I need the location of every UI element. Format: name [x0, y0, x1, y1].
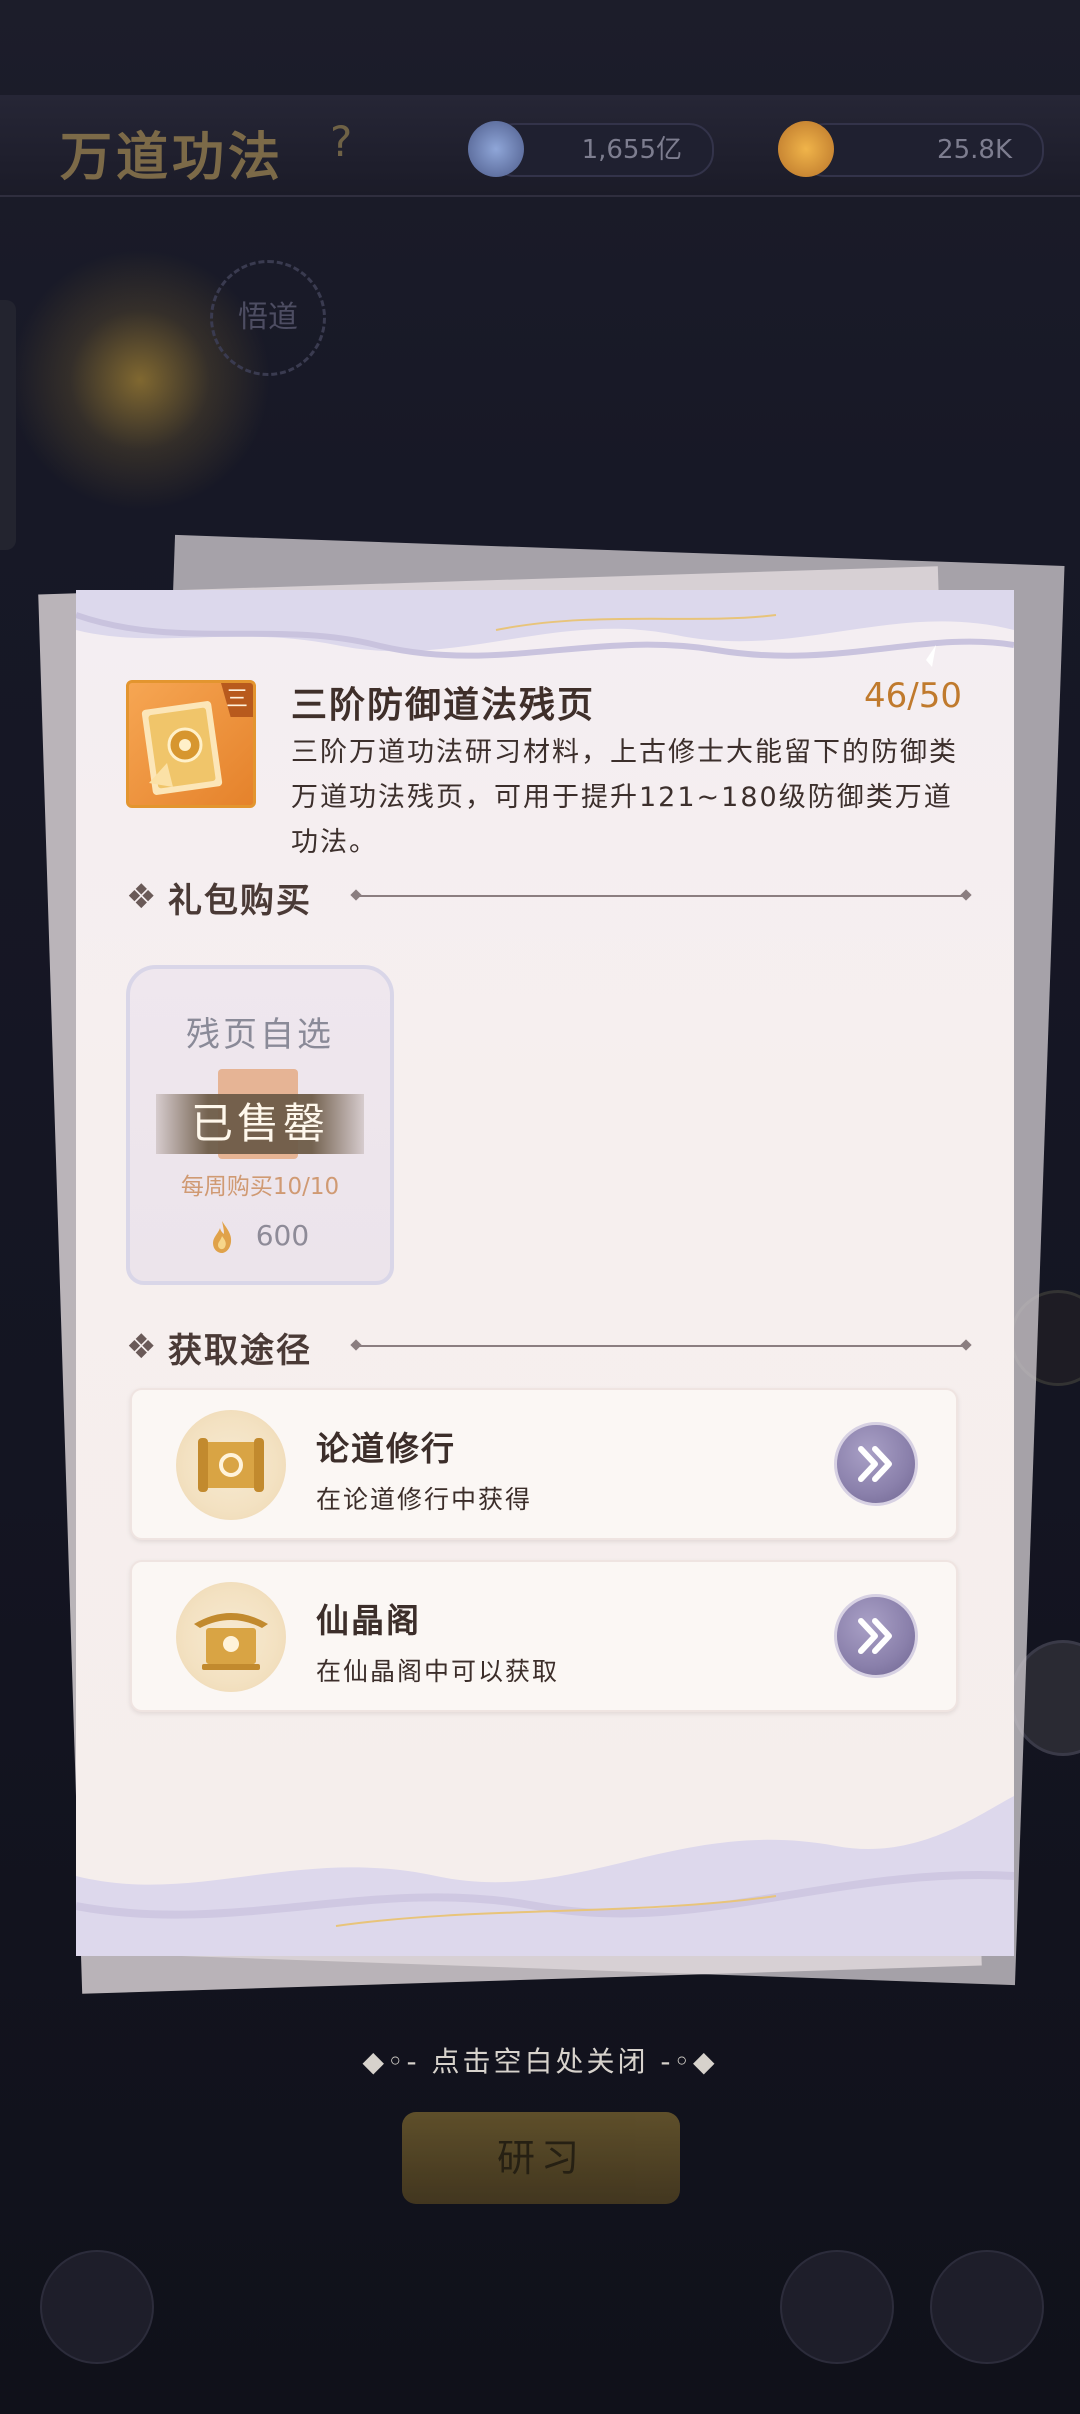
- double-arrow-icon: [858, 1618, 892, 1654]
- gift-pack-title: 残页自选: [186, 1015, 334, 1055]
- source-item-xianjing[interactable]: 仙晶阁 在仙晶阁中可以获取: [130, 1560, 958, 1712]
- sold-out-badge: 已售罄: [156, 1094, 364, 1154]
- source-description: 在仙晶阁中可以获取: [316, 1657, 560, 1686]
- resource-spirit-stone-value: 1,655亿: [581, 135, 682, 165]
- item-count: 46/50: [864, 676, 962, 716]
- back-arrow-icon[interactable]: [40, 2250, 154, 2364]
- help-icon[interactable]: ?: [330, 117, 352, 166]
- resource-flame[interactable]: 25.8K: [778, 121, 1044, 177]
- go-button[interactable]: [834, 1422, 918, 1506]
- item-detail-panel: 三 三阶防御道法残页 46/50 三阶万道功法研习材料，上古修士大能留下的防御类…: [76, 590, 1014, 1956]
- scroll-icon: [176, 1410, 286, 1520]
- study-button[interactable]: 研习: [402, 2112, 680, 2204]
- flame-currency-icon: [212, 1221, 231, 1253]
- go-button[interactable]: [834, 1594, 918, 1678]
- source-description: 在论道修行中获得: [316, 1485, 533, 1514]
- section-header-source: ❖ 获取途径: [126, 1323, 966, 1371]
- resource-spirit-stone[interactable]: 1,655亿: [468, 121, 714, 177]
- diamond-bullet-icon: ❖: [126, 877, 157, 917]
- gift-price-value: 600: [255, 1219, 310, 1252]
- section-title-gift: 礼包购买: [168, 881, 312, 921]
- weekly-limit: 每周购买10/10: [180, 1174, 340, 1200]
- divider-line: [356, 1345, 966, 1347]
- section-title-source: 获取途径: [168, 1331, 312, 1371]
- spirit-stone-icon: [468, 121, 524, 177]
- resource-flame-value: 25.8K: [937, 135, 1012, 165]
- top-bar: 万道功法 ? 1,655亿 25.8K: [0, 95, 1080, 197]
- flame-icon: [778, 121, 834, 177]
- close-hint[interactable]: ◆◦- 点击空白处关闭 -◦◆: [0, 2040, 1080, 2080]
- section-header-gift: ❖ 礼包购买: [126, 873, 966, 921]
- side-tab-handle[interactable]: [0, 300, 16, 550]
- enlighten-badge[interactable]: 悟道: [210, 260, 326, 376]
- source-title: 仙晶阁: [316, 1601, 421, 1640]
- cloud-wave-bottom: [76, 1796, 1014, 1956]
- gift-price: 600: [130, 1219, 390, 1254]
- page-title: 万道功法: [60, 128, 285, 188]
- gift-pack-card[interactable]: 残页自选 已售罄 每周购买10/10 600: [126, 965, 394, 1285]
- diamond-bullet-icon: ❖: [126, 1327, 157, 1367]
- material-item-icon[interactable]: 三: [126, 680, 256, 808]
- source-item-lundao[interactable]: 论道修行 在论道修行中获得: [130, 1388, 958, 1540]
- double-arrow-icon: [858, 1446, 892, 1482]
- item-description: 三阶万道功法研习材料，上古修士大能留下的防御类万道功法残页，可用于提升121~1…: [291, 737, 958, 858]
- nav-button-right[interactable]: [930, 2250, 1044, 2364]
- item-name: 三阶防御道法残页: [291, 685, 596, 726]
- pavilion-icon: [176, 1582, 286, 1692]
- divider-line: [356, 895, 966, 897]
- source-title: 论道修行: [316, 1429, 456, 1468]
- nav-button-left[interactable]: [780, 2250, 894, 2364]
